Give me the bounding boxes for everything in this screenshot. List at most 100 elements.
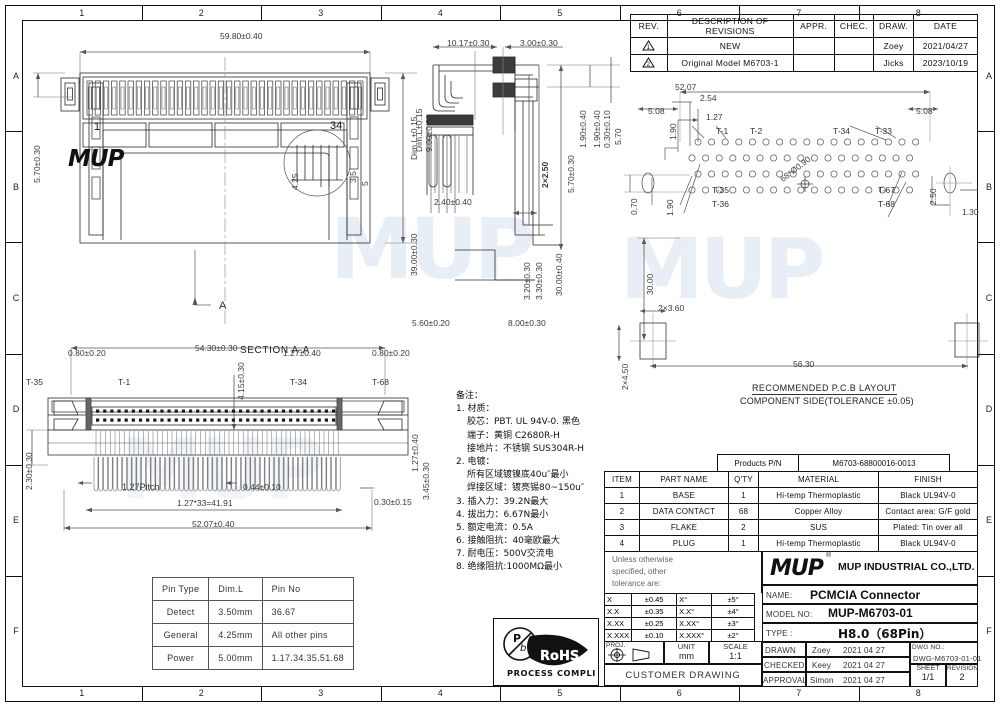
rev-draw-1: Zoey <box>873 37 914 55</box>
pcb-pad <box>898 170 906 178</box>
pcb-pad <box>838 154 846 162</box>
svg-text:b: b <box>520 643 526 654</box>
parts-r2-c2: 2 <box>728 519 759 536</box>
notes-title: 备注： <box>456 391 484 401</box>
mup-logo-top-view: MUP <box>68 146 124 172</box>
table-row: Pin Type Dim.L Pin No <box>151 577 354 601</box>
contact-dot <box>117 409 121 413</box>
note-line-5: 所有区域镀镍底40u″最小 <box>467 470 569 481</box>
tol-heading-2: tolerance are: <box>612 579 661 588</box>
parts-r2-c4: Plated: Tin over all <box>878 519 978 536</box>
dim-8-00: 8.00±0.30 <box>508 318 546 328</box>
parts-r0-c3: Hi-temp Thermoplastic <box>758 487 879 504</box>
zone-row-B: B <box>12 181 19 192</box>
contact-dot <box>324 418 328 422</box>
pcb-pad <box>857 138 865 146</box>
pcb-pad <box>770 154 778 162</box>
table-row: X ±0.45 X° ±5° <box>603 593 756 606</box>
pin-label-t34: T-34 <box>290 377 308 387</box>
contact-dot <box>331 418 336 422</box>
pin-r1-c0: General <box>151 623 210 647</box>
parts-r2-c1: FLAKE <box>639 519 729 536</box>
contact-dot <box>267 418 271 422</box>
pcb-pad <box>816 138 824 146</box>
scale-label: SCALE <box>723 642 748 651</box>
rev-chec-1 <box>833 37 875 55</box>
pin-r2-c0: Power <box>151 646 210 670</box>
rev-col-date: DATE <box>912 14 979 38</box>
contact-dot <box>196 418 200 422</box>
contact-dot <box>167 409 171 413</box>
contact-dot <box>174 418 178 422</box>
contact-dot <box>303 409 307 413</box>
parts-table: ITEM PART NAME Q'TY MATERIAL FINISH 1 BA… <box>604 471 978 552</box>
parts-r3-c0: 4 <box>604 535 640 552</box>
contact-dot <box>260 409 264 413</box>
dim-9-00: 9.00±0.30 <box>424 114 434 152</box>
pin-r0-c0: Detect <box>151 600 210 624</box>
pcb-pad <box>729 154 737 162</box>
rev-chec-2 <box>833 54 875 72</box>
pcb-pad <box>830 170 838 178</box>
rev-col-draw: DRAW. <box>873 14 914 38</box>
section-mark-a: A <box>219 300 227 312</box>
pin-hdr-dim: Dim.L <box>208 577 263 601</box>
approval-label: APPROVAL <box>763 676 808 685</box>
pcb-pad <box>878 154 886 162</box>
contact-dot <box>103 409 107 413</box>
pcb-pad <box>783 154 791 162</box>
pcb-pad <box>851 186 859 194</box>
table-row: 4 PLUG 1 Hi-temp Thermoplastic Black UL9… <box>604 535 978 552</box>
company-name: MUP INDUSTRIAL CO.,LTD. <box>838 561 975 573</box>
table-row: 1 BASE 1 Hi-temp Thermoplastic Black UL9… <box>604 487 978 504</box>
pcb-layout-title-2: COMPONENT SIDE(TOLERANCE ±0.05) <box>740 396 914 406</box>
dim-4-15: 4.15±0.30 <box>236 362 246 400</box>
pcb-pad <box>892 154 900 162</box>
dim-pcb-2-50: 2.50 <box>928 188 938 205</box>
table-row: 3 FLAKE 2 SUS Plated: Tin over all <box>604 519 978 536</box>
pcb-pad <box>770 186 778 194</box>
zone-tick <box>380 687 382 702</box>
revision-triangle-icon: 2 <box>642 56 656 68</box>
pcb-pad <box>871 138 879 146</box>
zone-col-8: 8 <box>915 688 921 698</box>
contact-dot <box>188 409 193 413</box>
tol-lin-2-label: X.XX <box>603 617 633 630</box>
pcb-pad <box>803 170 811 178</box>
contact-dot <box>224 418 228 422</box>
contact-dot <box>124 418 128 422</box>
zone-tick <box>261 5 262 20</box>
zone-tick <box>739 687 740 702</box>
dim-pcb-2-54: 2.54 <box>700 93 717 103</box>
drawn-label: DRAWN <box>765 646 796 655</box>
pcb-pad <box>810 154 818 162</box>
contact-dot <box>296 418 300 422</box>
revision-label: REVISION <box>947 665 979 672</box>
unit-box: UNIT mm <box>664 641 709 664</box>
dim-pcb-5-08-l: 5.08 <box>648 106 665 116</box>
drawn-name: Zoey <box>812 646 831 655</box>
rev-col-rev: REV. <box>630 14 668 38</box>
zone-col-2: 2 <box>198 688 204 698</box>
table-row: X.X ±0.35 X.X° ±4° <box>603 605 756 618</box>
pcb-pad <box>898 138 906 146</box>
dim-0-30: 0.30±0.15 <box>374 497 412 507</box>
zone-tick <box>5 131 22 133</box>
pcb-pad <box>824 154 832 162</box>
contact-dot <box>153 409 157 413</box>
rev-col-appr: APPR. <box>792 14 835 38</box>
products-pn-box: Products P/N M6703-68800016-0013 <box>717 454 950 472</box>
pcb-pad <box>871 170 879 178</box>
note-line-1: 胶芯：PBT. UL 94V-0. 黑色 <box>467 417 580 428</box>
zone-tick <box>380 5 382 20</box>
dim-1-27x33: 1.27*33=41.91 <box>177 498 233 508</box>
pcb-pad <box>748 170 756 178</box>
zone-col-1: 1 <box>79 8 85 18</box>
pcb-pad <box>762 170 770 178</box>
pcb-pad <box>702 154 710 162</box>
note-line-7: 3. 插入力：39.2N最大 <box>456 496 549 507</box>
contact-dot <box>317 418 321 422</box>
zone-tick <box>261 687 262 702</box>
pcb-pad <box>851 154 859 162</box>
registered-mark: ® <box>826 552 832 559</box>
